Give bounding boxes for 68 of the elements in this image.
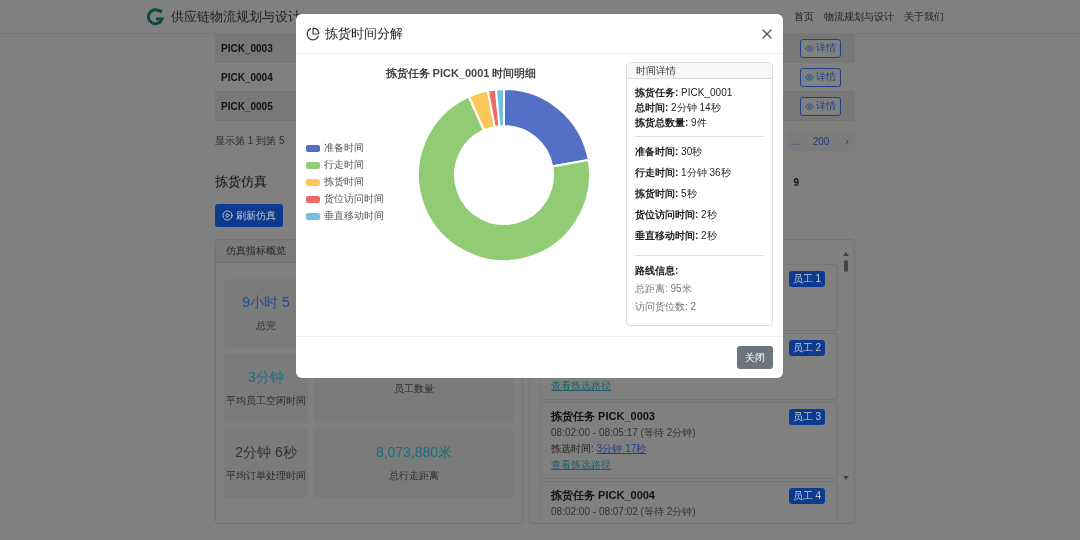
play-icon xyxy=(222,210,233,221)
stat-value: 3分钟 xyxy=(248,369,284,387)
detail-line: 访问货位数: 2 xyxy=(635,300,697,315)
eye-icon xyxy=(805,43,814,53)
route-title: 路线信息: xyxy=(635,264,679,279)
detail-line: 拣货总数量: 9件 xyxy=(635,116,707,131)
nav-link[interactable]: 物流规划与设计 xyxy=(824,9,894,24)
stat-label: 员工数量 xyxy=(394,381,435,396)
detail-line: 拣货任务: PICK_0001 xyxy=(635,86,733,101)
legend-swatch xyxy=(306,212,320,220)
pick-time-link[interactable]: 3分钟 17秒 xyxy=(596,442,647,456)
stat-value: 2分钟 6秒 xyxy=(235,444,297,462)
stat-value: 8,073,880米 xyxy=(375,444,453,462)
worker-badge: 员工 2 xyxy=(788,340,825,356)
detail-line: 准备时间: 30秒 xyxy=(635,145,703,160)
task-title: 拣货任务 PICK_0003 xyxy=(551,409,655,424)
nav-link[interactable]: 首页 xyxy=(794,9,814,24)
worker-badge: 员工 4 xyxy=(788,488,825,504)
legend-swatch xyxy=(306,178,320,186)
eye-icon xyxy=(805,72,814,82)
worker-badge: 员工 1 xyxy=(788,271,825,287)
stat-value: 9小时 5 xyxy=(242,294,290,312)
page-link[interactable]: › xyxy=(839,131,855,151)
card-title: 时间详情 xyxy=(627,63,772,80)
legend-label: 垂直移动时间 xyxy=(324,209,384,224)
stat-label: 总完 xyxy=(256,319,276,333)
page-link[interactable]: 200 xyxy=(803,131,839,151)
details-button[interactable]: 详情 xyxy=(800,67,841,87)
task-time: 08:02:00 - 08:07:02 (等待 2分钟) xyxy=(551,505,696,519)
stat-label: 平均订单处理时间 xyxy=(226,469,306,483)
legend-swatch xyxy=(306,144,320,152)
pie-chart-icon xyxy=(306,26,320,41)
details-button[interactable]: 详情 xyxy=(800,96,841,116)
legend-swatch xyxy=(306,195,320,203)
detail-line: 货位访问时间: 2秒 xyxy=(635,208,717,223)
detail-line: 总时间: 2分钟 14秒 xyxy=(635,101,721,116)
section-heading: 拣货仿真 xyxy=(215,173,267,191)
eye-icon xyxy=(805,101,814,111)
pagination-summary: 显示第 1 到第 5 xyxy=(215,134,285,148)
stat-label: 平均员工空闲时间 xyxy=(226,394,306,408)
task-time: 08:02:00 - 08:05:17 (等待 2分钟) xyxy=(551,426,696,440)
chart-title: 拣货任务 PICK_0001 时间明细 xyxy=(385,66,537,82)
worker-badge: 员工 3 xyxy=(788,409,825,425)
legend-label: 行走时间 xyxy=(324,158,364,173)
legend-swatch xyxy=(306,161,320,169)
detail-line: 行走时间: 1分钟 36秒 xyxy=(635,166,731,181)
table-cell: PICK_0005 xyxy=(221,100,273,112)
route-link[interactable]: 查看拣选路径 xyxy=(551,379,612,393)
route-link[interactable]: 查看拣选路径 xyxy=(551,458,612,472)
stat-label: 总行走距离 xyxy=(389,469,440,483)
refresh-button[interactable]: 刷新仿真 xyxy=(215,204,283,227)
modal-title: 拣货时间分解 xyxy=(325,24,403,43)
task-title: 拣货任务 PICK_0004 xyxy=(551,488,655,503)
pick-time-label: 拣选时间: xyxy=(551,442,594,456)
logo-icon xyxy=(145,6,165,27)
page-link[interactable]: ... xyxy=(787,131,803,151)
detail-line: 总距离: 95米 xyxy=(635,282,692,297)
table-cell: PICK_0004 xyxy=(221,71,273,83)
detail-line: 垂直移动时间: 2秒 xyxy=(635,229,717,244)
legend-label: 拣货时间 xyxy=(324,175,364,190)
legend-label: 货位访问时间 xyxy=(324,192,384,207)
table-cell: PICK_0003 xyxy=(221,42,273,54)
legend-label: 准备时间 xyxy=(324,141,364,156)
count-value: 9 xyxy=(793,176,799,188)
detail-line: 拣货时间: 5秒 xyxy=(635,187,697,202)
close-button[interactable]: 关闭 xyxy=(737,346,773,369)
details-button[interactable]: 详情 xyxy=(800,38,841,58)
nav-link[interactable]: 关于我们 xyxy=(904,9,944,24)
